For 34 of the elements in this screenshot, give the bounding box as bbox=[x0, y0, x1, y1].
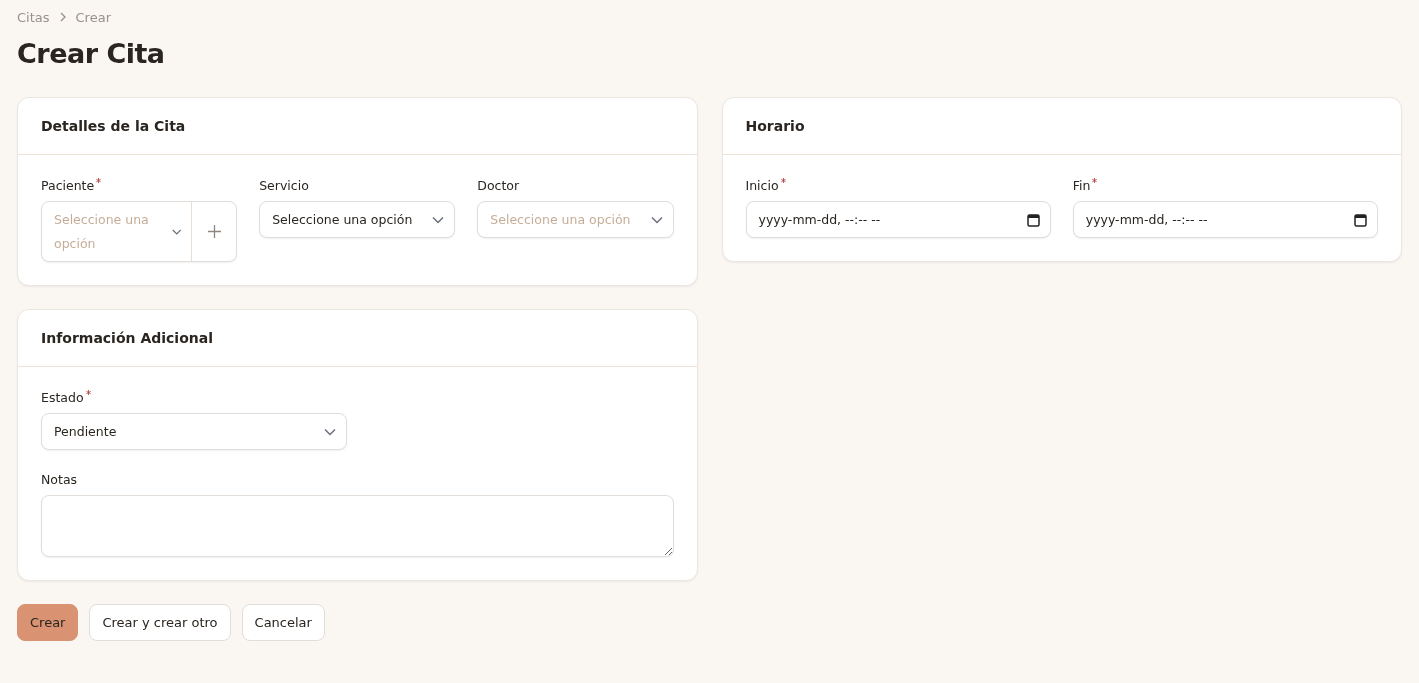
field-label: Inicio bbox=[745, 178, 779, 193]
chevron-down-icon bbox=[650, 215, 663, 224]
required-asterisk-icon bbox=[85, 390, 91, 395]
page-title: Crear Cita bbox=[17, 38, 166, 69]
select-placeholder: Seleccione una opción bbox=[490, 210, 631, 229]
datetime-field[interactable]: yyyy-mm-dd, --:-- -- bbox=[1072, 201, 1378, 238]
calendar-icon bbox=[1354, 212, 1367, 227]
section-title: Información Adicional bbox=[41, 330, 213, 346]
field-label: Notas bbox=[41, 472, 78, 487]
chevron-down-icon bbox=[432, 215, 445, 224]
select-field[interactable]: Pendiente bbox=[41, 413, 347, 450]
field-label: Fin bbox=[1072, 178, 1091, 193]
field-label: Doctor bbox=[477, 178, 520, 193]
datetime-value: yyyy-mm-dd, --:-- -- bbox=[1085, 210, 1208, 229]
calendar-icon bbox=[1026, 212, 1040, 227]
required-asterisk-icon bbox=[96, 178, 102, 183]
primary-button[interactable]: Crear bbox=[17, 604, 79, 641]
datetime-value: yyyy-mm-dd, --:-- -- bbox=[758, 210, 881, 229]
field-label: Estado bbox=[41, 390, 84, 405]
chevron-down-icon bbox=[324, 427, 336, 436]
field-label: Paciente bbox=[41, 178, 95, 193]
select-value: Seleccione una opción bbox=[272, 210, 413, 229]
field-label: Servicio bbox=[259, 178, 309, 193]
secondary-button[interactable]: Cancelar bbox=[241, 604, 325, 641]
required-asterisk-icon bbox=[780, 178, 786, 183]
select-field[interactable]: Seleccione una opción bbox=[259, 201, 456, 238]
select-value: Pendiente bbox=[54, 422, 117, 441]
notes-field[interactable] bbox=[41, 495, 674, 557]
section-title: Horario bbox=[745, 118, 805, 134]
required-asterisk-icon bbox=[1092, 178, 1098, 183]
datetime-field[interactable]: yyyy-mm-dd, --:-- -- bbox=[745, 201, 1051, 238]
secondary-button[interactable]: Crear y crear otro bbox=[89, 604, 231, 641]
section-title: Detalles de la Cita bbox=[41, 118, 186, 134]
chevron-right-icon bbox=[59, 12, 66, 22]
